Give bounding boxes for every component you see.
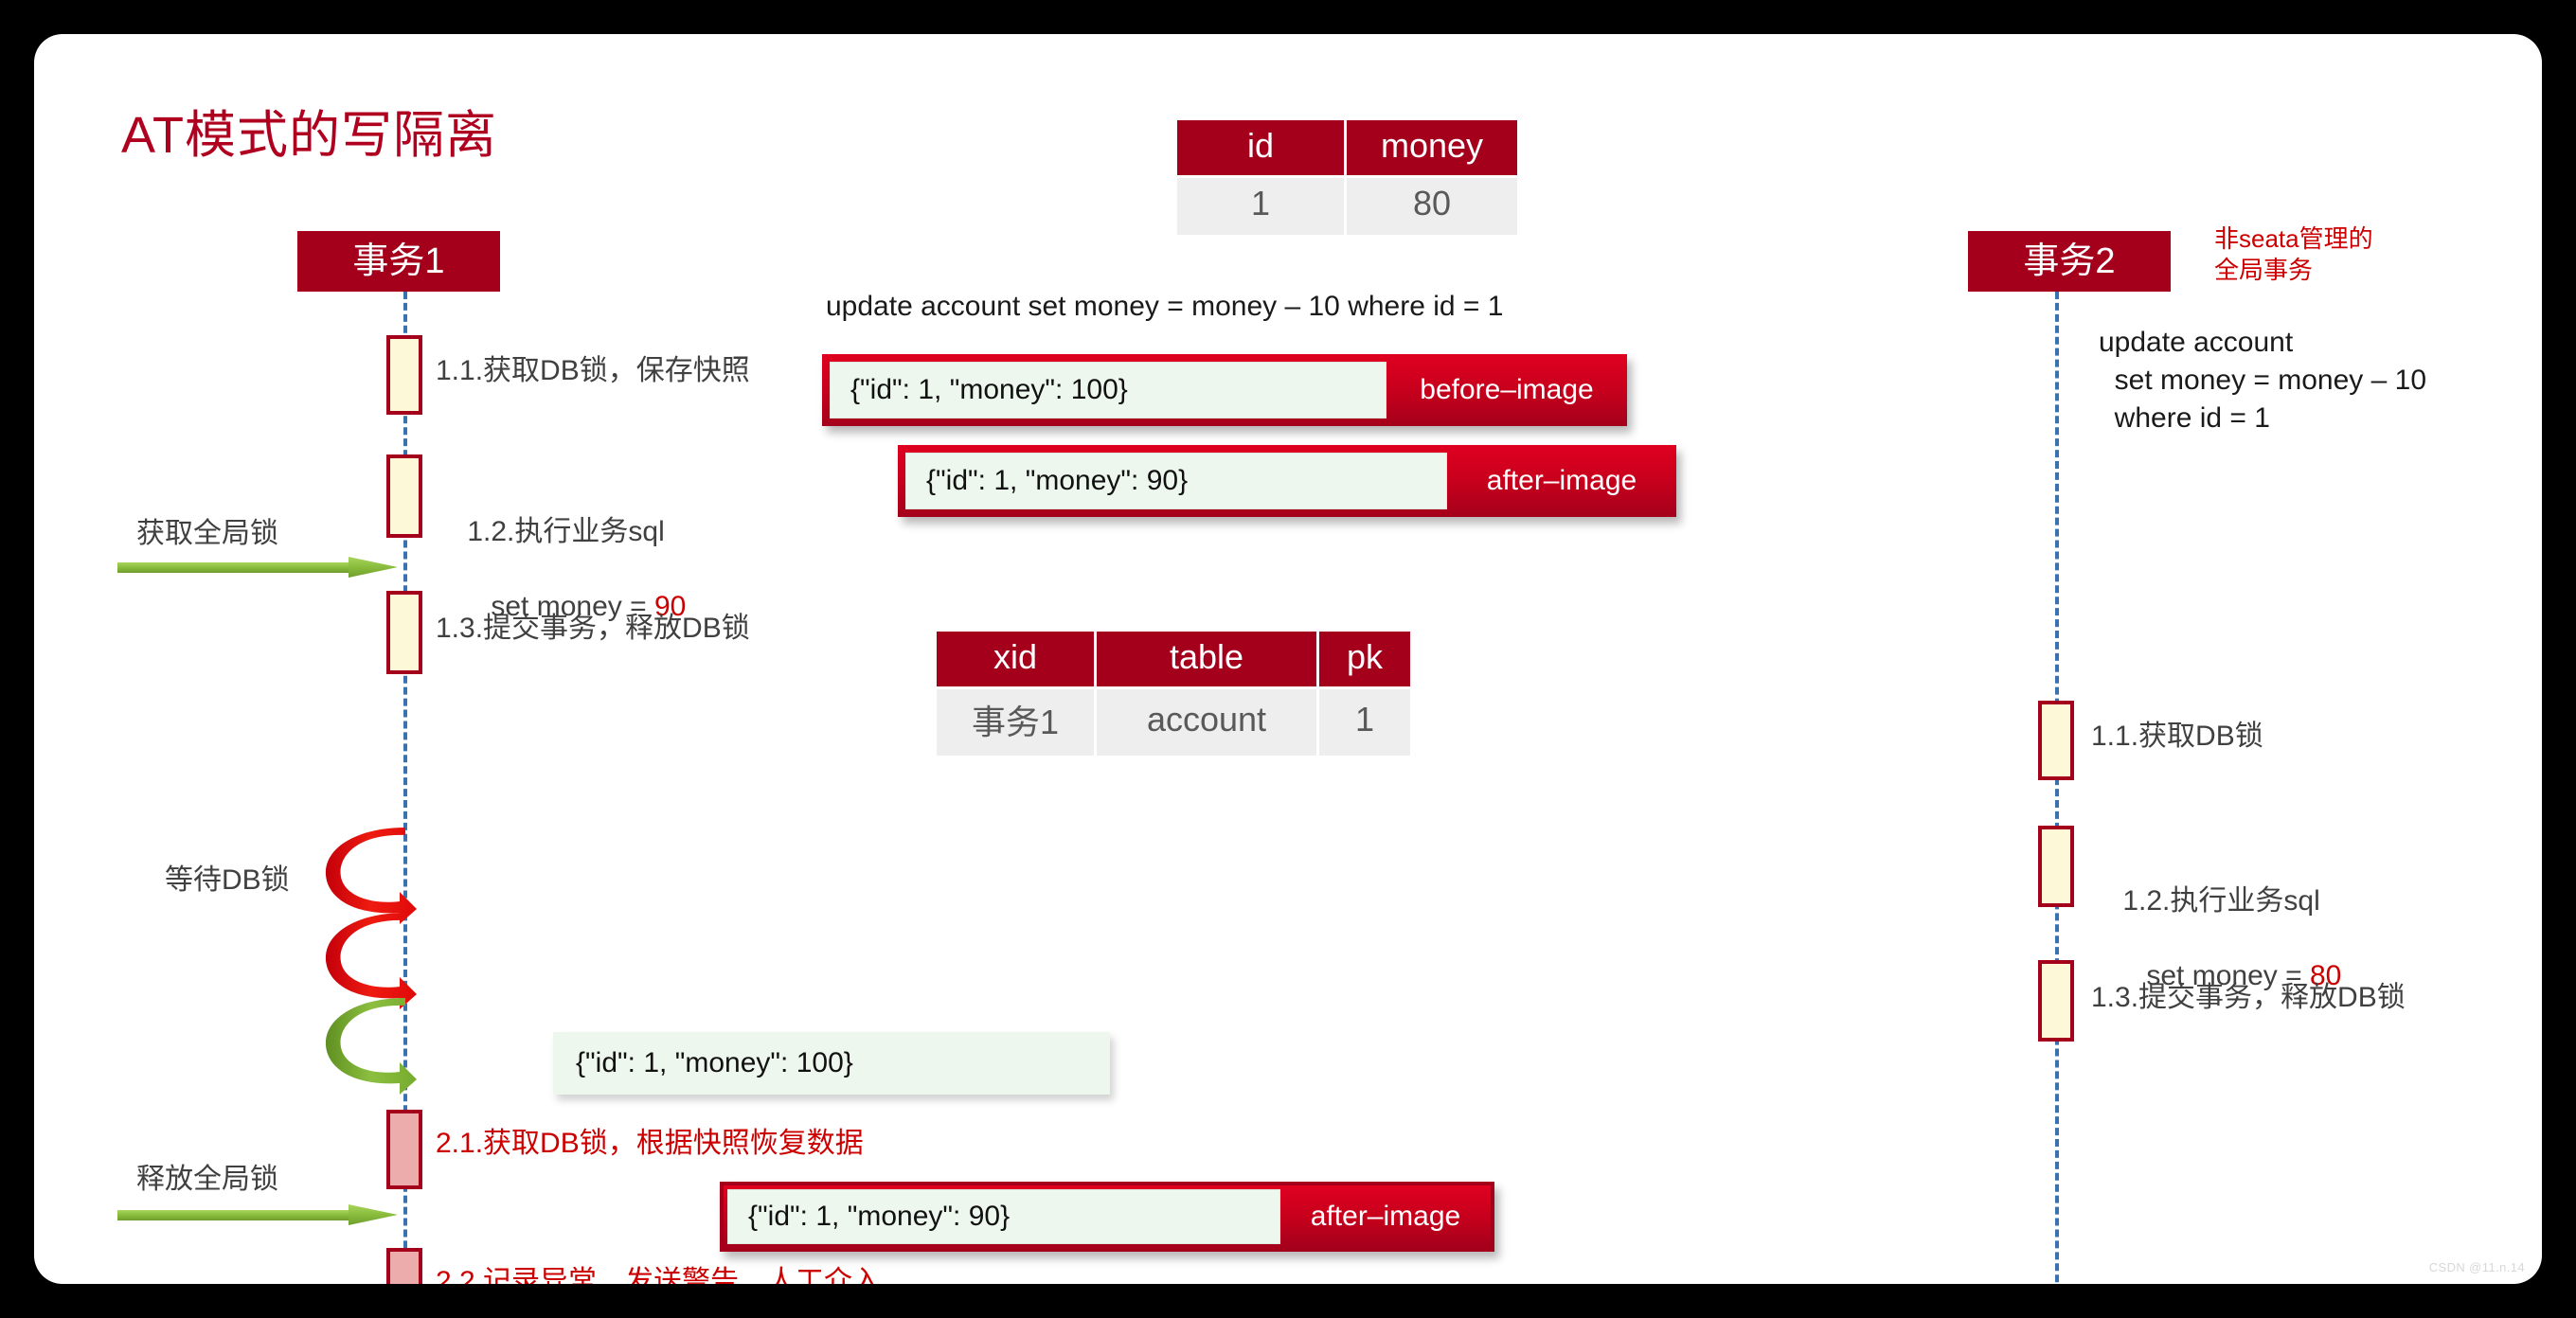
snapshot-box: {"id": 1, "money": 100} (553, 1032, 1110, 1095)
activation-box-1-1 (386, 335, 422, 415)
diagram-canvas: AT模式的写隔离 id money 1 80 update account se… (34, 34, 2542, 1284)
account-table-cell-money: 80 (1347, 178, 1517, 235)
before-image-box: {"id": 1, "money": 100} before–image (822, 354, 1627, 426)
arrow-label-wait-db-lock: 等待DB锁 (165, 864, 290, 896)
step-label-2-1: 2.1.获取DB锁，根据快照恢复数据 (436, 1128, 864, 1159)
table-row: 1 80 (1177, 178, 1517, 235)
lock-table-header-xid: xid (937, 632, 1094, 686)
lock-table-cell-pk: 1 (1319, 689, 1410, 756)
page-title: AT模式的写隔离 (121, 107, 497, 164)
activation-box-r1-1 (2038, 701, 2074, 780)
after-image-tag: after–image (1486, 465, 1637, 496)
activation-box-r1-3 (2038, 960, 2074, 1042)
account-table-header-id: id (1177, 120, 1344, 175)
after-image-json: {"id": 1, "money": 90} (905, 453, 1447, 509)
lock-table-header-table: table (1097, 632, 1316, 686)
account-table: id money 1 80 (1174, 117, 1520, 238)
lock-table: xid table pk 事务1 account 1 (934, 629, 1413, 758)
step-label-r1-3: 1.3.提交事务，释放DB锁 (2091, 982, 2406, 1013)
arrow-label-release-global-lock: 释放全局锁 (136, 1164, 278, 1195)
step-label-1-2-line1: 1.2.执行业务sql (467, 515, 665, 547)
after-image-box-2: {"id": 1, "money": 90} after–image (720, 1182, 1494, 1252)
right-annotation: 非seata管理的 全局事务 (2214, 224, 2373, 285)
wait-db-lock-spiral-icon (318, 826, 432, 1110)
table-row: 事务1 account 1 (937, 689, 1410, 756)
watermark: CSDN @11.n.14 (2428, 1260, 2525, 1274)
step-label-1-3: 1.3.提交事务，释放DB锁 (436, 613, 750, 644)
lock-table-cell-xid: 事务1 (937, 689, 1094, 756)
activation-box-2-2 (386, 1248, 422, 1284)
actor-header-transaction1: 事务1 (297, 231, 500, 292)
arrow-label-acquire-global-lock: 获取全局锁 (136, 518, 278, 549)
account-table-header-money: money (1347, 120, 1517, 175)
lifeline-transaction2 (2055, 292, 2059, 1284)
after-image-tag-2: after–image (1310, 1201, 1461, 1232)
activation-box-r1-2 (2038, 826, 2074, 907)
main-sql-statement: update account set money = money – 10 wh… (826, 291, 1504, 322)
before-image-json: {"id": 1, "money": 100} (830, 362, 1386, 419)
after-image-json-2: {"id": 1, "money": 90} (727, 1189, 1280, 1244)
activation-box-1-2 (386, 454, 422, 538)
step-label-r1-1: 1.1.获取DB锁 (2091, 721, 2263, 752)
step-label-r1-2-line1: 1.2.执行业务sql (2122, 884, 2320, 917)
activation-box-2-1 (386, 1110, 422, 1189)
after-image-box: {"id": 1, "money": 90} after–image (898, 445, 1676, 517)
step-label-2-2: 2.2.记录异常，发送警告，人工介入 (436, 1266, 882, 1284)
right-sql-statement: update account set money = money – 10 wh… (2099, 327, 2427, 435)
activation-box-1-3 (386, 591, 422, 674)
lock-table-header-pk: pk (1319, 632, 1410, 686)
lock-table-cell-table: account (1097, 689, 1316, 756)
arrow-acquire-global-lock (117, 555, 400, 579)
step-label-1-1: 1.1.获取DB锁，保存快照 (436, 355, 750, 386)
account-table-cell-id: 1 (1177, 178, 1344, 235)
arrow-release-global-lock (117, 1202, 400, 1227)
actor-header-transaction2: 事务2 (1968, 231, 2171, 292)
before-image-tag: before–image (1420, 374, 1594, 405)
